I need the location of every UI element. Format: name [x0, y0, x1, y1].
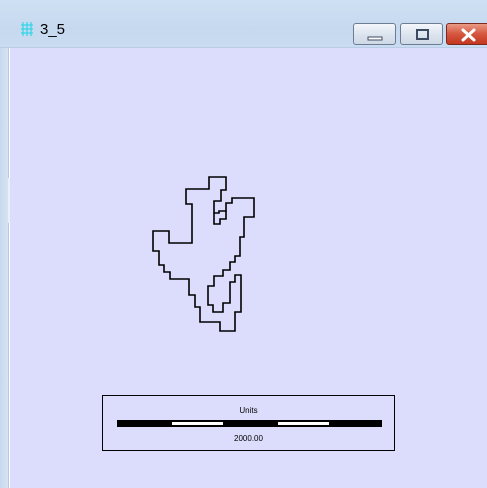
scale-segment	[330, 420, 382, 427]
polygon-outline[interactable]	[152, 176, 255, 332]
scale-bar: Units 2000.00	[102, 395, 395, 451]
scale-segment	[117, 420, 171, 427]
scale-segment	[277, 420, 330, 427]
scale-segment	[171, 420, 224, 427]
scale-distance-label: 2000.00	[234, 434, 263, 443]
map-window: 3_5 Units 2000.00	[0, 0, 487, 488]
scale-segment	[224, 420, 277, 427]
scale-units-label: Units	[239, 406, 258, 415]
